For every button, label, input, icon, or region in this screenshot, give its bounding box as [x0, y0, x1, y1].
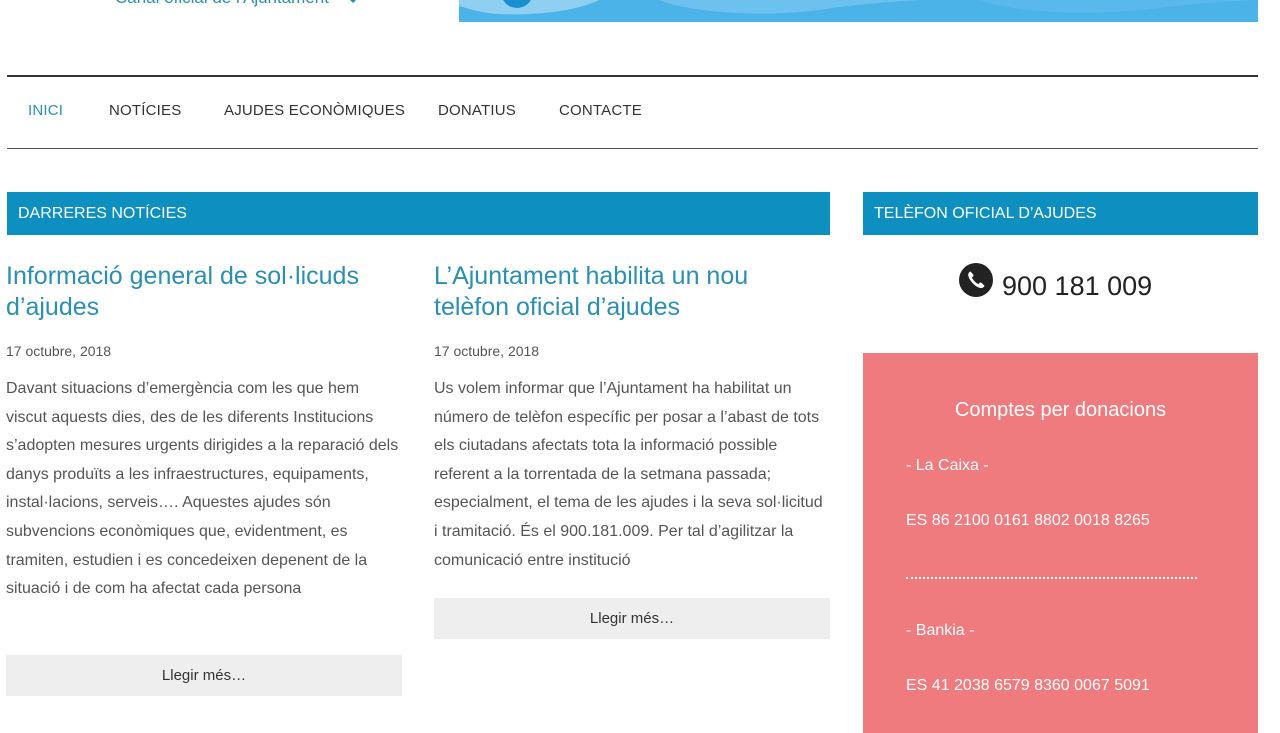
donation-accounts-box: Comptes per donacions - La Caixa - ES 86…	[863, 353, 1258, 733]
cloud-decoration	[459, 0, 1258, 22]
main-navigation: INICI NOTÍCIES AJUDES ECONÒMIQUES DONATI…	[7, 75, 1258, 149]
phone-section-heading: TELÈFON OFICIAL D’AJUDES	[863, 192, 1258, 235]
phone-number: 900 181 009	[1002, 271, 1153, 301]
nav-item-donatius[interactable]: DONATIUS	[438, 102, 516, 119]
nav-item-inici[interactable]: INICI	[28, 102, 63, 119]
site-tagline: Canal oficial de l'Ajuntament	[115, 0, 329, 8]
phone-icon	[959, 263, 993, 297]
bank-account-number: ES 86 2100 0161 8802 0018 8265	[906, 512, 1150, 529]
nav-item-contacte[interactable]: CONTACTE	[559, 102, 642, 119]
bank-name: - Bankia -	[906, 622, 975, 639]
news-section-heading: DARRERES NOTÍCIES	[7, 192, 830, 235]
post-date: 17 octubre, 2018	[434, 343, 540, 359]
nav-item-noticies[interactable]: NOTÍCIES	[109, 102, 181, 119]
post-date: 17 octubre, 2018	[6, 343, 112, 359]
news-post-2: L’Ajuntament habilita un nou telèfon ofi…	[434, 261, 830, 323]
post-title-link[interactable]: L’Ajuntament habilita un nou telèfon ofi…	[434, 261, 830, 323]
header-banner-image	[459, 0, 1258, 22]
donation-title: Comptes per donacions	[954, 399, 1167, 421]
read-more-button[interactable]: Llegir més…	[6, 655, 402, 696]
read-more-button[interactable]: Llegir més…	[434, 598, 830, 639]
post-title-link[interactable]: Informació general de sol·licuds d’ajude…	[6, 261, 402, 323]
post-excerpt: Us volem informar que l’Ajuntament ha ha…	[434, 380, 823, 569]
heart-icon	[350, 0, 356, 3]
post-excerpt: Davant situacions d’emergència com les q…	[6, 380, 399, 598]
bank-name: - La Caixa -	[906, 457, 989, 474]
bank-account-number: ES 41 2038 6579 8360 0067 5091	[906, 677, 1150, 694]
divider	[906, 577, 1197, 579]
nav-item-ajudes-economiques[interactable]: AJUDES ECONÒMIQUES	[224, 102, 405, 119]
news-post-1: Informació general de sol·licuds d’ajude…	[6, 261, 402, 323]
site-header: Canal oficial de l'Ajuntament	[0, 0, 1280, 30]
